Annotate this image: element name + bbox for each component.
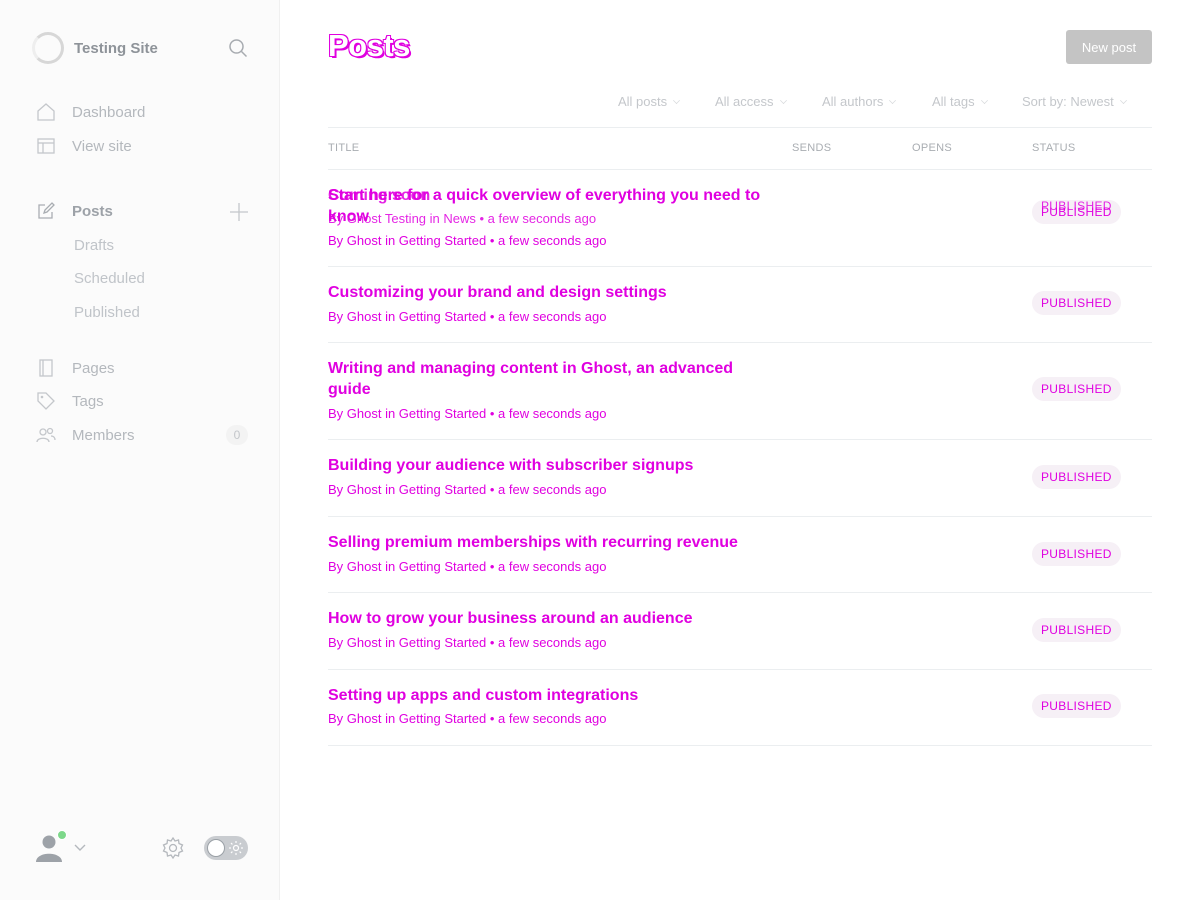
column-header-title: TITLE <box>328 142 360 154</box>
status-badge: PUBLISHED <box>1032 377 1121 401</box>
nav-item-pages[interactable]: Pages <box>36 354 250 382</box>
filter-access[interactable]: All access <box>715 94 787 109</box>
filter-authors-label: All authors <box>822 94 884 109</box>
status-badge: PUBLISHED <box>1032 465 1121 489</box>
post-meta: By Ghost in Getting Started • a few seco… <box>328 406 607 421</box>
new-post-button[interactable]: New post <box>1066 30 1152 64</box>
online-status-dot <box>57 830 67 840</box>
post-meta: By Ghost in Getting Started • a few seco… <box>328 482 607 497</box>
chevron-down-icon <box>980 97 988 104</box>
post-row[interactable]: Writing and managing content in Ghost, a… <box>328 343 1152 440</box>
filter-access-label: All access <box>715 94 774 109</box>
status-badge: PUBLISHED <box>1032 291 1121 315</box>
edit-icon <box>38 202 55 219</box>
post-row[interactable]: Building your audience with subscriber s… <box>328 440 1152 517</box>
post-title[interactable]: Setting up apps and custom integrations <box>328 685 768 706</box>
filter-posts[interactable]: All posts <box>618 94 681 109</box>
post-row[interactable]: Selling premium memberships with recurri… <box>328 517 1152 593</box>
site-logo <box>32 32 64 64</box>
site-name: Testing Site <box>74 39 158 57</box>
search-icon[interactable] <box>228 38 248 58</box>
filter-tags[interactable]: All tags <box>932 94 988 109</box>
nav-label-posts: Posts <box>72 202 113 220</box>
post-meta: By Ghost in Getting Started • a few seco… <box>328 309 607 324</box>
post-meta: By Ghost in Getting Started • a few seco… <box>328 711 607 726</box>
post-meta: By Ghost in Getting Started • a few seco… <box>328 233 607 248</box>
nav-label-pages: Pages <box>72 359 115 377</box>
user-menu[interactable] <box>32 830 92 866</box>
filter-tags-label: All tags <box>932 94 975 109</box>
chevron-down-icon <box>889 97 897 104</box>
post-title[interactable]: Writing and managing content in Ghost, a… <box>328 358 768 400</box>
dark-mode-toggle[interactable] <box>204 836 248 860</box>
overlay-status-badge: PUBLISHED <box>1041 199 1112 213</box>
filter-divider <box>328 127 1152 128</box>
add-post-icon[interactable] <box>228 201 250 223</box>
post-title[interactable]: Customizing your brand and design settin… <box>328 282 768 303</box>
column-header-status: STATUS <box>1032 142 1076 154</box>
chevron-down-icon <box>673 97 681 104</box>
members-count-badge: 0 <box>226 425 248 445</box>
tag-icon <box>37 392 55 410</box>
post-row[interactable]: Customizing your brand and design settin… <box>328 267 1152 343</box>
nav-label-tags: Tags <box>72 392 104 410</box>
nav-label-members: Members <box>72 426 135 444</box>
page-title: Posts <box>328 28 410 63</box>
filter-posts-label: All posts <box>618 94 668 109</box>
post-meta: By Ghost in Getting Started • a few seco… <box>328 559 607 574</box>
sidebar: Testing Site Dashboard View site Posts D… <box>0 0 280 900</box>
sun-icon <box>229 841 243 855</box>
chevron-down-icon <box>779 97 787 104</box>
overlay-post-meta: By Ghost Testing in News • a few seconds… <box>328 211 597 226</box>
status-badge: PUBLISHED <box>1032 542 1121 566</box>
filter-authors[interactable]: All authors <box>822 94 897 109</box>
nav-item-view-site[interactable]: View site <box>36 132 250 160</box>
status-badge: PUBLISHED <box>1032 618 1121 642</box>
overlay-post-title: Coming soon <box>328 187 431 204</box>
nav-item-posts[interactable]: Posts <box>36 197 250 225</box>
page-icon <box>39 359 53 377</box>
nav-item-members[interactable]: Members <box>36 421 250 449</box>
nav-item-scheduled[interactable]: Scheduled <box>74 270 145 287</box>
sort-select[interactable]: Sort by: Newest <box>1022 94 1127 109</box>
members-icon <box>36 427 56 443</box>
chevron-down-icon <box>1119 97 1127 104</box>
layout-icon <box>37 138 55 154</box>
post-title[interactable]: Building your audience with subscriber s… <box>328 455 768 476</box>
post-row[interactable]: Setting up apps and custom integrations … <box>328 670 1152 746</box>
chevron-down-icon <box>74 844 86 851</box>
nav-item-drafts[interactable]: Drafts <box>74 237 114 254</box>
nav-item-tags[interactable]: Tags <box>36 387 250 415</box>
nav-item-published[interactable]: Published <box>74 304 140 321</box>
toggle-knob <box>207 839 225 857</box>
column-header-sends: SENDS <box>792 142 832 154</box>
post-row[interactable]: How to grow your business around an audi… <box>328 593 1152 670</box>
gear-icon[interactable] <box>161 836 185 860</box>
column-header-opens: OPENS <box>912 142 953 154</box>
post-title[interactable]: Selling premium memberships with recurri… <box>328 532 768 553</box>
post-meta: By Ghost in Getting Started • a few seco… <box>328 635 607 650</box>
filter-bar: All posts All access All authors All tag… <box>0 94 1200 114</box>
status-badge: PUBLISHED <box>1032 694 1121 718</box>
sort-label: Sort by: Newest <box>1022 94 1114 109</box>
post-row[interactable]: Start here for a quick overview of every… <box>328 170 1152 267</box>
post-title[interactable]: How to grow your business around an audi… <box>328 608 768 629</box>
site-brand[interactable]: Testing Site <box>32 32 252 64</box>
nav-label-view-site: View site <box>72 137 132 155</box>
